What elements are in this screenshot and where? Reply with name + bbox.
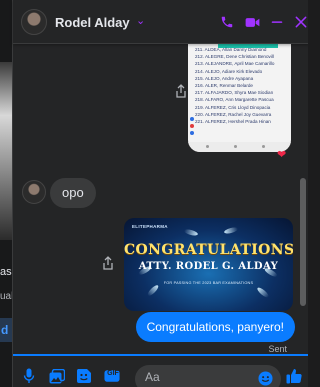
sticker-button[interactable]	[76, 368, 92, 384]
chevron-down-icon[interactable]: ⌄	[136, 14, 145, 27]
avatar[interactable]	[21, 9, 47, 35]
list-line: 211. ALDEA, Allan Danny Diamond	[195, 47, 267, 52]
shared-image-list[interactable]: 211. ALDEA, Allan Danny Diamond 212. ALEG…	[188, 44, 291, 152]
heart-reaction-icon[interactable]: ❤	[277, 148, 286, 161]
gif-label: GIF	[107, 370, 119, 377]
feather-decoration	[146, 283, 160, 298]
list-side-icons	[189, 116, 195, 136]
microphone-icon	[23, 368, 35, 383]
message-status: Sent	[268, 344, 287, 354]
list-line: 216. ALER, Renmar Belarde	[195, 83, 253, 89]
background-text-fragment: as	[0, 266, 12, 278]
list-line: 212. ALEGRE, Dene Christian Benovill	[195, 54, 274, 60]
phone-icon	[221, 16, 233, 28]
dot-icon	[206, 145, 209, 148]
composer: GIF	[13, 356, 308, 387]
feather-decoration	[223, 226, 239, 235]
image-footer	[188, 142, 291, 152]
received-message-bubble[interactable]: opo	[50, 178, 96, 208]
congratulations-image[interactable]: ELITEPHARMA CONGRATULATIONS! ATTY. RODEL…	[124, 218, 293, 311]
avatar[interactable]	[22, 180, 46, 204]
share-icon[interactable]	[175, 84, 187, 98]
minimize-button[interactable]	[268, 13, 286, 31]
list-lines: 211. ALDEA, Allan Danny Diamond 212. ALEG…	[195, 46, 291, 125]
list-line: 217. ALFAJARDO, Shyra Mae Siodian	[195, 90, 274, 96]
list-line: 221. ALFEREZ, Hershel Prada Hinan	[195, 119, 271, 125]
list-line: 213. ALEJANDRE, April Mae Camarillo	[195, 61, 275, 67]
list-line: 220. ALFEREZ, Rachel Joy Guevarra	[195, 111, 272, 117]
screen: as ual d Rodel Alday ⌄ 211. ALDEA, Allan…	[0, 0, 308, 387]
attach-photo-button[interactable]	[49, 368, 65, 384]
dot-icon	[234, 145, 237, 148]
emoji-button[interactable]	[257, 370, 273, 386]
voice-clip-button[interactable]	[21, 368, 37, 384]
close-icon	[295, 16, 307, 28]
image-subtitle-text: FOR PASSING THE 2023 BAR EXAMINATIONS	[163, 281, 254, 285]
message-list[interactable]: 211. ALDEA, Allan Danny Diamond 212. ALEG…	[13, 44, 308, 356]
image-name-text: ATTY. RODEL G. ALDAY	[138, 261, 279, 272]
close-button[interactable]	[292, 13, 308, 31]
video-camera-icon	[245, 17, 259, 27]
sent-message-bubble[interactable]: Congratulations, panyero!	[135, 312, 295, 342]
sticker-icon	[76, 369, 91, 383]
contact-name[interactable]: Rodel Alday	[55, 15, 130, 30]
emoji-icon	[257, 370, 273, 386]
feather-decoration	[256, 286, 270, 299]
list-line: 215. ALEJO, Andre Ayapana	[195, 75, 254, 81]
minimize-icon	[271, 21, 283, 23]
thumbs-up-icon	[286, 369, 302, 384]
scrollbar-thumb[interactable]	[300, 178, 306, 306]
gif-button[interactable]: GIF	[104, 368, 120, 384]
image-title-text: CONGRATULATIONS!	[124, 242, 293, 258]
image-brand-text: ELITEPHARMA	[132, 224, 168, 229]
video-call-button[interactable]	[243, 13, 261, 31]
chat-window: Rodel Alday ⌄ 211. ALDEA, Allan Danny Di…	[12, 0, 308, 387]
feather-decoration	[183, 228, 199, 237]
chat-header: Rodel Alday ⌄	[13, 0, 308, 44]
voice-call-button[interactable]	[218, 13, 236, 31]
list-line: 214. ALEJO, Adiare Kirk Elevado	[195, 68, 263, 74]
dot-icon	[262, 145, 265, 148]
share-icon[interactable]	[102, 256, 114, 270]
list-line: 218. ALFARO, Ann Margarette Pascua	[195, 97, 274, 103]
photo-icon	[49, 368, 65, 383]
list-line: 219. ALFEREZ, Cris Lloyd Dinopacia	[195, 104, 271, 110]
thumbs-up-button[interactable]	[286, 368, 302, 384]
